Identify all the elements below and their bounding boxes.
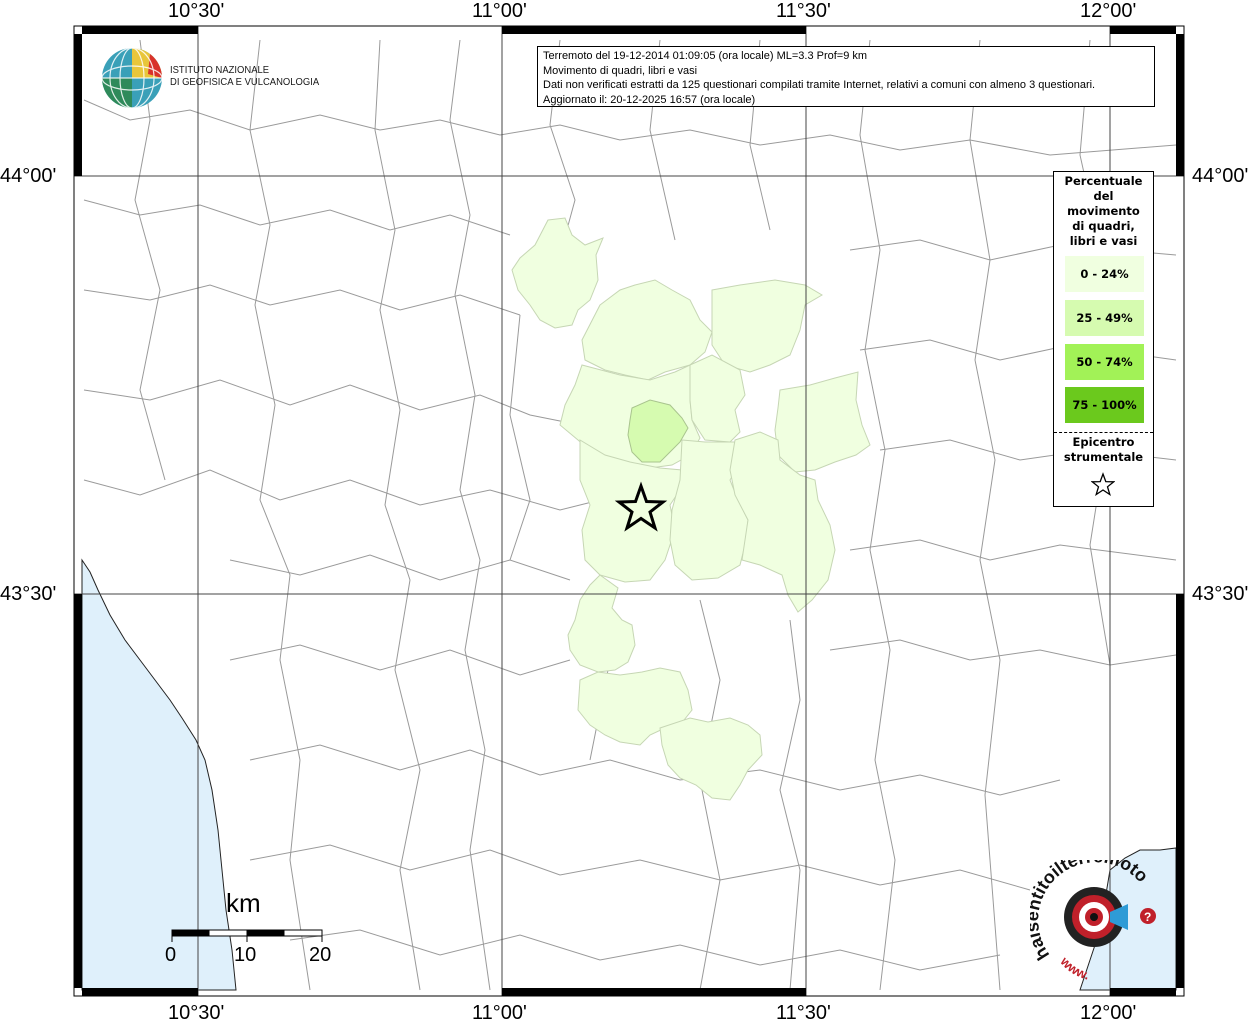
svg-text:www.: www. (1057, 953, 1091, 980)
event-info-line: Dati non verificati estratti da 125 ques… (543, 79, 1096, 92)
legend-title-line: Percentuale (1064, 174, 1143, 188)
scale-tick-label: 20 (309, 944, 332, 966)
longitude-label-bottom: 12°00' (1080, 1002, 1137, 1024)
legend: Percentuale del movimento di quadri, lib… (1053, 171, 1154, 507)
event-info-line: Aggiornato il: 20-12-2025 16:57 (ora loc… (543, 93, 756, 106)
epicenter-legend-line: Epicentro (1072, 435, 1135, 449)
longitude-label-top: 11°00' (472, 0, 527, 22)
event-info-box: Terremoto del 19-12-2014 01:09:05 (ora l… (537, 46, 1155, 107)
event-info-line: Movimento di quadri, libri e vasi (543, 64, 698, 77)
longitude-label-bottom: 11°30' (776, 1002, 831, 1024)
legend-title: Percentuale del movimento di quadri, lib… (1054, 172, 1153, 249)
longitude-label-bottom: 11°00' (472, 1002, 527, 1024)
longitude-label-bottom: 10°30' (168, 1002, 225, 1024)
legend-title-line: movimento (1067, 204, 1140, 218)
longitude-label-top: 11°30' (776, 0, 831, 22)
legend-title-line: del (1093, 189, 1114, 203)
institute-name-line: DI GEOFISICA E VULCANOLOGIA (170, 76, 320, 88)
epicenter-legend-line: strumentale (1063, 450, 1144, 464)
legend-title-line: libri e vasi (1069, 234, 1138, 248)
legend-swatch: 25 - 49% (1065, 300, 1144, 336)
municipality-area (689, 354, 746, 443)
scale-tick-label: 0 (165, 944, 177, 966)
legend-swatch: 75 - 100% (1065, 387, 1144, 423)
star-icon (1091, 472, 1115, 496)
latitude-label-left: 43°30' (0, 583, 57, 605)
watermark-text-bottom: www. (1057, 953, 1091, 980)
haisentito-logo-icon: haisentitoilterremoto.it www. ? (1030, 860, 1156, 980)
scale-unit: km (226, 888, 261, 918)
institute-name: ISTITUTO NAZIONALE DI GEOFISICA E VULCAN… (170, 64, 319, 88)
epicenter-legend-title: Epicentro strumentale (1054, 435, 1153, 465)
latitude-label-left: 44°00' (0, 165, 57, 187)
legend-swatch: 50 - 74% (1065, 344, 1144, 380)
ingv-globe-logo (101, 47, 163, 109)
longitude-label-top: 12°00' (1080, 0, 1137, 22)
legend-title-line: di quadri, (1072, 219, 1135, 233)
event-info-line: Terremoto del 19-12-2014 01:09:05 (ora l… (543, 50, 868, 62)
latitude-label-right: 43°30' (1192, 583, 1249, 605)
legend-divider (1054, 432, 1153, 433)
legend-swatch: 0 - 24% (1065, 256, 1144, 292)
latitude-label-right: 44°00' (1192, 165, 1249, 187)
svg-text:?: ? (1144, 910, 1151, 924)
longitude-label-top: 10°30' (168, 0, 225, 22)
institute-name-line: ISTITUTO NAZIONALE (170, 64, 270, 76)
scale-tick-label: 10 (234, 944, 257, 966)
